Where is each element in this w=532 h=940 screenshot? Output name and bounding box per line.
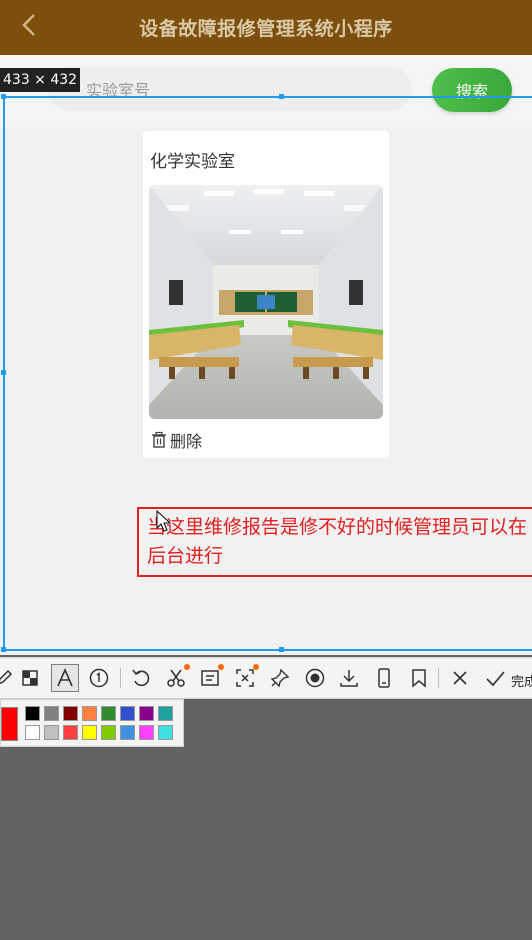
color-palette xyxy=(0,699,184,747)
app-header: 设备故障报修管理系统小程序 xyxy=(0,0,532,55)
current-color-swatch[interactable] xyxy=(1,707,18,741)
text-icon[interactable] xyxy=(51,664,79,692)
close-icon[interactable] xyxy=(446,664,474,692)
color-swatch[interactable] xyxy=(158,706,173,721)
color-swatch[interactable] xyxy=(63,706,78,721)
search-input[interactable]: 实验室号 xyxy=(48,67,412,111)
color-swatch[interactable] xyxy=(63,725,78,740)
lab-card-title: 化学实验室 xyxy=(150,152,235,172)
lab-card[interactable]: 化学实验室 删除 xyxy=(143,131,389,458)
delete-label: 删除 xyxy=(170,432,203,451)
color-swatch[interactable] xyxy=(25,725,40,740)
color-swatch[interactable] xyxy=(139,706,154,721)
color-swatch[interactable] xyxy=(120,725,135,740)
search-placeholder: 实验室号 xyxy=(86,81,151,100)
toolbar-divider xyxy=(120,668,121,688)
color-swatch[interactable] xyxy=(25,706,40,721)
trash-icon xyxy=(152,431,166,448)
color-swatch[interactable] xyxy=(139,725,154,740)
pin-icon[interactable] xyxy=(266,664,294,692)
delete-button[interactable]: 删除 xyxy=(150,428,202,452)
record-icon[interactable] xyxy=(301,664,329,692)
color-swatch[interactable] xyxy=(101,725,116,740)
scan-icon[interactable] xyxy=(231,664,259,692)
finish-button-label[interactable]: 完成 xyxy=(511,671,532,690)
download-icon[interactable] xyxy=(335,664,363,692)
color-swatch[interactable] xyxy=(44,706,59,721)
bookmark-icon[interactable] xyxy=(405,664,433,692)
selection-size-label: 433 × 432 xyxy=(0,68,81,92)
search-button[interactable]: 搜索 xyxy=(432,68,512,112)
cut-icon[interactable] xyxy=(162,664,190,692)
color-swatch[interactable] xyxy=(82,725,97,740)
page-content: 实验室号 搜索 化学实验室 删除 当这里维修报告是修不好的时候管理员可以在后台进… xyxy=(0,55,532,655)
mosaic-icon[interactable] xyxy=(16,664,44,692)
ocr-icon[interactable] xyxy=(196,664,224,692)
mouse-cursor-icon xyxy=(156,510,172,532)
color-swatch[interactable] xyxy=(158,725,173,740)
toolbar-divider xyxy=(438,668,439,688)
back-icon[interactable] xyxy=(14,10,44,40)
check-icon[interactable] xyxy=(481,664,509,692)
lab-photo xyxy=(149,185,383,419)
annotation-text: 当这里维修报告是修不好的时候管理员可以在后台进行 xyxy=(147,516,528,567)
screenshot-toolbar: 完成 xyxy=(0,657,532,699)
undo-icon[interactable] xyxy=(127,664,155,692)
color-swatch[interactable] xyxy=(101,706,116,721)
number-icon[interactable] xyxy=(85,664,113,692)
color-swatch[interactable] xyxy=(120,706,135,721)
long-screenshot-icon[interactable] xyxy=(370,664,398,692)
annotation-box[interactable]: 当这里维修报告是修不好的时候管理员可以在后台进行 xyxy=(137,507,532,577)
app-title: 设备故障报修管理系统小程序 xyxy=(139,18,393,40)
color-swatch[interactable] xyxy=(82,706,97,721)
color-swatch[interactable] xyxy=(44,725,59,740)
